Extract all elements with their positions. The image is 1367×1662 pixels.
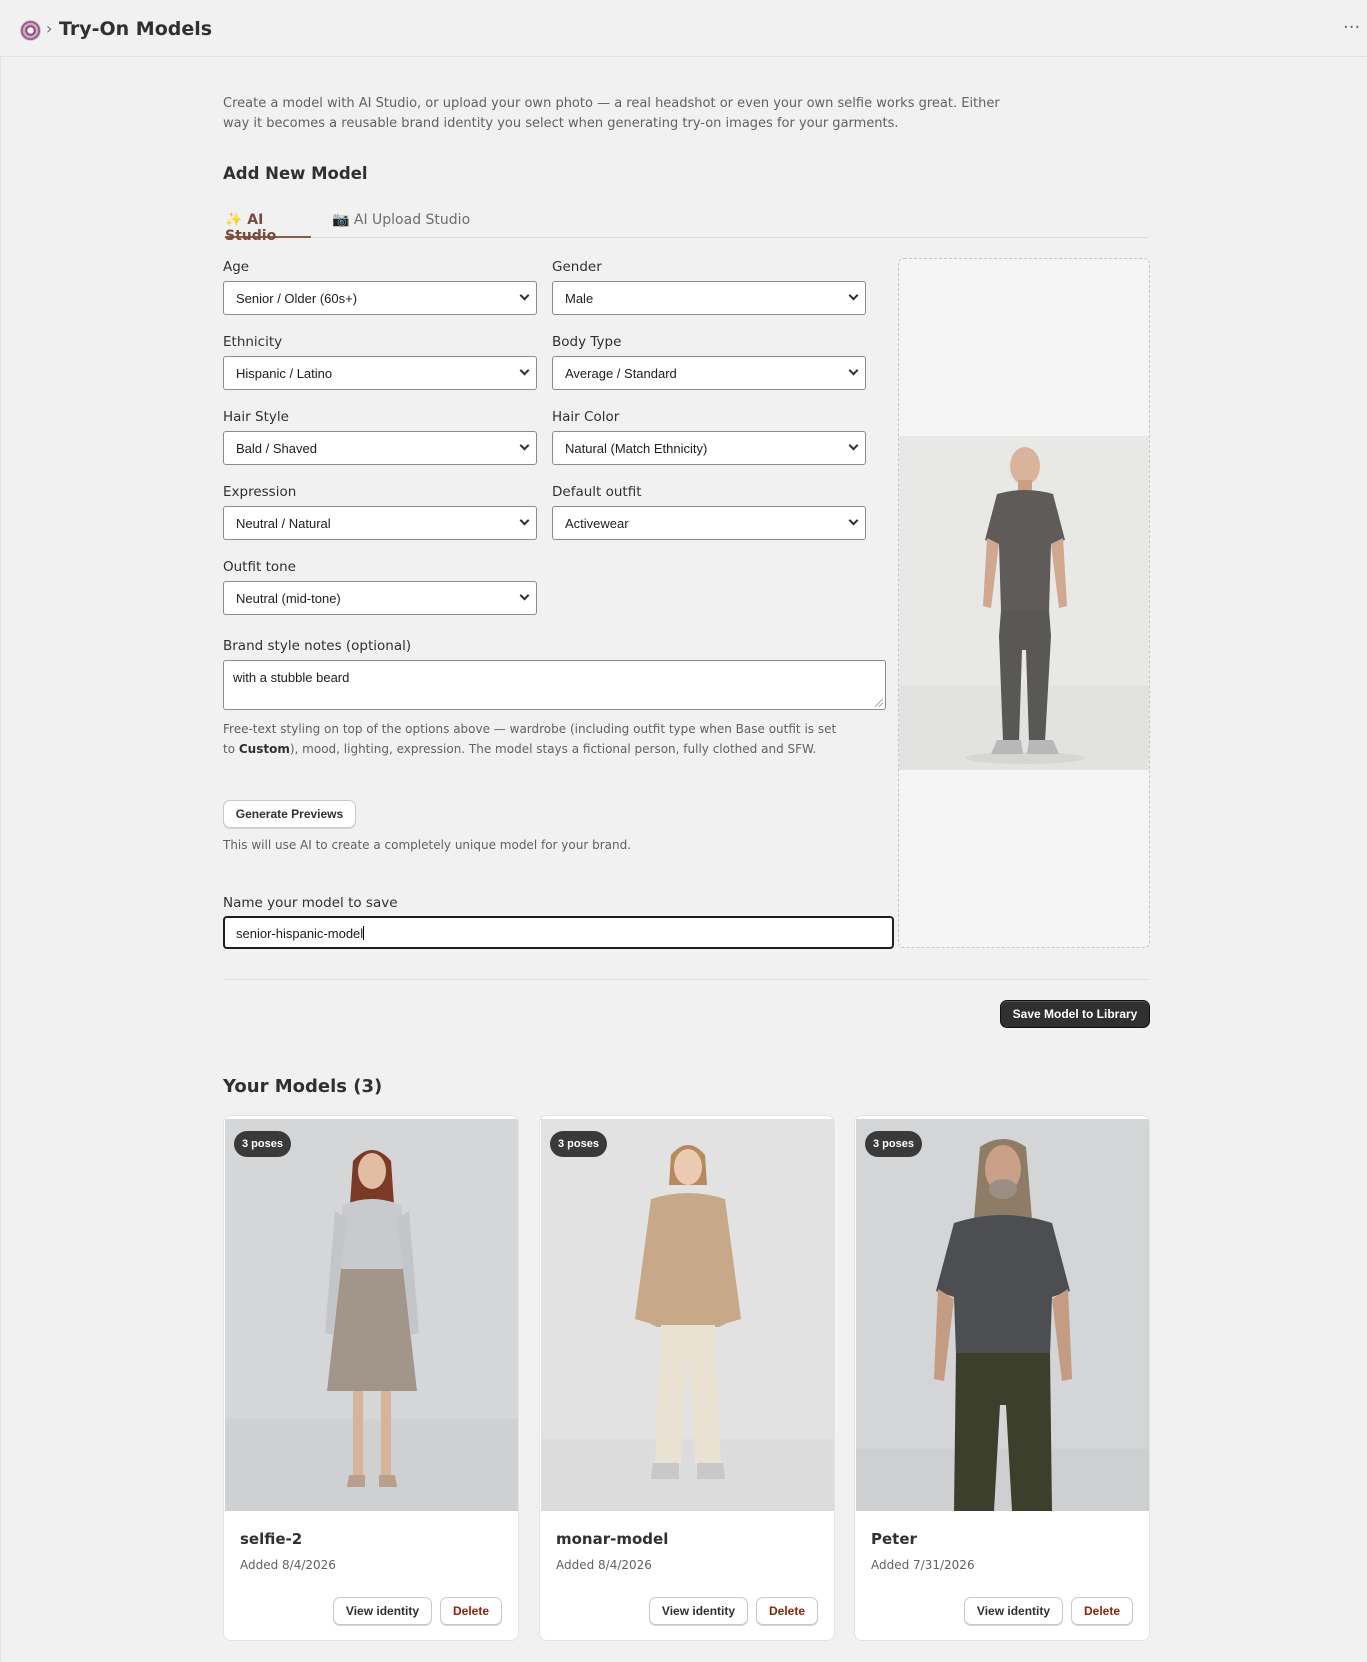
- page-title: Try-On Models: [59, 18, 213, 40]
- delete-button[interactable]: Delete: [440, 1597, 502, 1625]
- generate-hint: This will use AI to create a completely …: [223, 838, 632, 852]
- age-select-value: Senior / Older (60s+): [236, 291, 358, 306]
- hair-style-select[interactable]: Bald / Shaved: [223, 431, 537, 465]
- ethnicity-label: Ethnicity: [223, 334, 283, 350]
- add-new-model-title: Add New Model: [223, 164, 368, 183]
- woman-in-sweater-image: [541, 1119, 834, 1511]
- more-options-icon[interactable]: ···: [1343, 17, 1360, 38]
- model-date: Added 7/31/2026: [871, 1558, 975, 1572]
- help-text-end: ), mood, lighting, expression. The model…: [289, 742, 817, 756]
- breadcrumb-chevron-icon: ›: [46, 19, 53, 38]
- brand-notes-textarea[interactable]: with a stubble beard: [223, 660, 886, 710]
- brand-notes-help: Free-text styling on top of the options …: [223, 719, 843, 759]
- model-name-label: Name your model to save: [223, 895, 398, 911]
- section-divider: [223, 979, 1149, 980]
- model-date: Added 8/4/2026: [556, 1558, 652, 1572]
- body-type-select[interactable]: Average / Standard: [552, 356, 866, 390]
- expression-select[interactable]: Neutral / Natural: [223, 506, 537, 540]
- brand-notes-label: Brand style notes (optional): [223, 638, 412, 654]
- expression-label: Expression: [223, 484, 297, 500]
- poses-badge: 3 poses: [865, 1131, 922, 1157]
- intro-text: Create a model with AI Studio, or upload…: [223, 96, 1000, 131]
- delete-button[interactable]: Delete: [1071, 1597, 1133, 1625]
- help-text-custom: Custom: [238, 742, 290, 756]
- ethnicity-select[interactable]: Hispanic / Latino: [223, 356, 537, 390]
- model-name: selfie-2: [240, 1530, 303, 1548]
- hair-color-select[interactable]: Natural (Match Ethnicity): [552, 431, 866, 465]
- delete-button[interactable]: Delete: [756, 1597, 818, 1625]
- default-outfit-select-value: Activewear: [565, 516, 629, 531]
- model-card: 3 poses selfie-2 Added 8/4/2026 View ide…: [223, 1115, 519, 1641]
- left-divider: [0, 57, 1, 1662]
- poses-badge: 3 poses: [234, 1131, 291, 1157]
- text-cursor: [363, 926, 365, 940]
- gender-select-value: Male: [565, 291, 594, 306]
- model-image[interactable]: 3 poses: [541, 1119, 834, 1511]
- woman-in-skirt-image: [225, 1119, 518, 1511]
- top-bar: › Try-On Models ···: [0, 0, 1367, 57]
- default-outfit-select[interactable]: Activewear: [552, 506, 866, 540]
- hair-color-label: Hair Color: [552, 409, 620, 425]
- gender-select[interactable]: Male: [552, 281, 866, 315]
- hair-style-select-value: Bald / Shaved: [236, 441, 317, 456]
- senior-male-figure-image: [899, 436, 1149, 770]
- app-logo-icon[interactable]: [20, 20, 41, 41]
- generate-previews-button[interactable]: Generate Previews: [223, 800, 356, 828]
- view-identity-button[interactable]: View identity: [649, 1597, 748, 1625]
- outfit-tone-select[interactable]: Neutral (mid-tone): [223, 581, 537, 615]
- age-select[interactable]: Senior / Older (60s+): [223, 281, 537, 315]
- outfit-tone-label: Outfit tone: [223, 559, 296, 575]
- hair-style-label: Hair Style: [223, 409, 289, 425]
- man-with-long-hair-image: [856, 1119, 1149, 1511]
- model-card: 3 poses monar-model Added 8/4/2026 View …: [539, 1115, 835, 1641]
- view-identity-button[interactable]: View identity: [964, 1597, 1063, 1625]
- model-name: monar-model: [556, 1530, 669, 1548]
- model-name-input[interactable]: senior-hispanic-model: [223, 916, 894, 949]
- model-date: Added 8/4/2026: [240, 1558, 336, 1572]
- generated-preview-image[interactable]: [899, 436, 1149, 770]
- model-name: Peter: [871, 1530, 917, 1548]
- tab-ai-upload-studio[interactable]: 📷 AI Upload Studio: [332, 210, 470, 238]
- your-models-title: Your Models (3): [223, 1076, 383, 1097]
- preview-panel: [898, 258, 1150, 948]
- ethnicity-select-value: Hispanic / Latino: [236, 366, 333, 381]
- body-type-label: Body Type: [552, 334, 622, 350]
- poses-badge: 3 poses: [550, 1131, 607, 1157]
- default-outfit-label: Default outfit: [552, 484, 642, 500]
- save-model-button[interactable]: Save Model to Library: [1000, 1000, 1150, 1028]
- body-type-select-value: Average / Standard: [565, 366, 677, 381]
- model-name-value: senior-hispanic-model: [236, 926, 364, 941]
- model-card: 3 poses Peter Added 7/31/2026 View ident…: [854, 1115, 1150, 1641]
- model-image[interactable]: 3 poses: [225, 1119, 518, 1511]
- view-identity-button[interactable]: View identity: [333, 1597, 432, 1625]
- model-image[interactable]: 3 poses: [856, 1119, 1149, 1511]
- outfit-tone-select-value: Neutral (mid-tone): [236, 591, 341, 606]
- tab-ai-studio[interactable]: ✨ AI Studio: [225, 210, 311, 244]
- brand-notes-value: with a stubble beard: [233, 670, 350, 685]
- gender-label: Gender: [552, 259, 602, 275]
- expression-select-value: Neutral / Natural: [236, 516, 331, 531]
- resize-handle-icon[interactable]: [875, 699, 883, 707]
- studio-tabs: ✨ AI Studio 📷 AI Upload Studio: [223, 210, 1149, 244]
- hair-color-select-value: Natural (Match Ethnicity): [565, 441, 708, 456]
- age-label: Age: [223, 259, 250, 275]
